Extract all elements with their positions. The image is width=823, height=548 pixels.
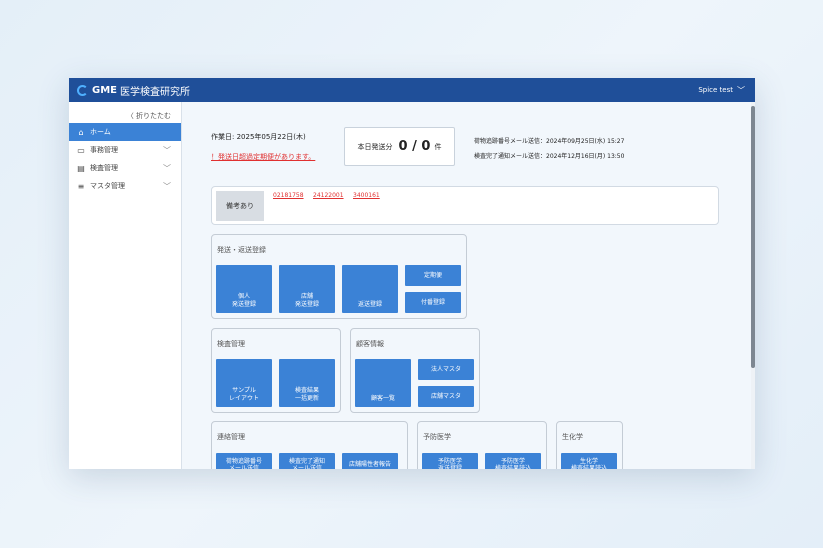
preventive-result-import-button[interactable]: 予防医学 検査結果読込 — [485, 453, 541, 469]
preventive-panel: 予防医学 予防医学 返送登録 予防医学 検査結果読込 — [417, 421, 547, 469]
chevron-down-icon: ﹀ — [163, 182, 171, 191]
store-abnormal-report-button[interactable]: 店舗陽性者報告 — [342, 453, 398, 469]
notes-link[interactable]: 3400161 — [353, 192, 380, 199]
personal-ship-button[interactable]: 個人 発送登録 — [216, 265, 272, 313]
store-ship-button[interactable]: 店舗 発送登録 — [279, 265, 335, 313]
notes-panel: 備考あり 02181758 24122001 3400161 — [211, 186, 719, 225]
sidebar-item-label: 検査管理 — [90, 164, 118, 172]
database-icon: ≡ — [77, 181, 85, 191]
bulk-update-button[interactable]: 検査結果 一括更新 — [279, 359, 335, 407]
panel-title: 発送・返送登録 — [217, 246, 266, 254]
panel-title: 生化学 — [562, 433, 583, 441]
panel-title: 予防医学 — [423, 433, 451, 441]
vertical-scrollbar[interactable] — [751, 102, 755, 469]
logo-mark-icon — [77, 84, 88, 96]
sidebar-item-master[interactable]: ≡ マスタ管理 ﹀ — [69, 177, 181, 195]
sample-layout-button[interactable]: サンプル レイアウト — [216, 359, 272, 407]
office-icon: ▭ — [77, 145, 85, 155]
notes-badge: 備考あり — [216, 191, 264, 221]
customer-panel: 顧客情報 顧客一覧 法人マスタ 店舗マスタ — [350, 328, 480, 413]
shipping-panel: 発送・返送登録 個人 発送登録 店舗 発送登録 返送登録 定期便 付番登録 — [211, 234, 467, 319]
user-name: Spice test — [698, 86, 733, 94]
biochem-panel: 生化学 生化学 検査結果読込 — [556, 421, 623, 469]
document-icon: ▤ — [77, 163, 85, 173]
logo[interactable]: GME 医学検査研究所 — [77, 83, 190, 98]
sidebar-item-office[interactable]: ▭ 事務管理 ﹀ — [69, 141, 181, 159]
complete-mail-button[interactable]: 検査完了通知 メール送信 — [279, 453, 335, 469]
top-bar: GME 医学検査研究所 Spice test ﹀ — [69, 78, 755, 102]
biochem-result-import-button[interactable]: 生化学 検査結果読込 — [561, 453, 617, 469]
notes-link[interactable]: 02181758 — [273, 192, 304, 199]
chevron-down-icon: ﹀ — [163, 164, 171, 173]
sidebar-item-home[interactable]: ⌂ ホーム — [69, 123, 181, 141]
sidebar-item-label: マスタ管理 — [90, 182, 125, 190]
panel-title: 顧客情報 — [356, 340, 384, 348]
shipment-count: 0 / 0 — [398, 139, 431, 154]
home-icon: ⌂ — [78, 127, 84, 137]
tracking-mail-button[interactable]: 荷物追跡番号 メール送信 — [216, 453, 272, 469]
overdue-warning-link[interactable]: ！発送日超過定期便があります。 — [211, 152, 315, 162]
main-content: 作業日: 2025年05月22日(木) ！発送日超過定期便があります。 本日発送… — [183, 102, 751, 469]
scrollbar-thumb[interactable] — [751, 106, 755, 368]
sidebar-item-label: 事務管理 — [90, 146, 118, 154]
app-window: GME 医学検査研究所 Spice test ﹀ 〈 折りたたむ ⌂ ホーム ▭… — [69, 78, 755, 469]
panel-title: 連絡管理 — [217, 433, 245, 441]
inspection-panel: 検査管理 サンプル レイアウト 検査結果 一括更新 — [211, 328, 341, 413]
user-menu[interactable]: Spice test ﹀ — [698, 78, 745, 102]
corporate-master-button[interactable]: 法人マスタ — [418, 359, 474, 380]
numbering-register-button[interactable]: 付番登録 — [405, 292, 461, 313]
chevron-down-icon: ﹀ — [737, 85, 745, 95]
notes-link[interactable]: 24122001 — [313, 192, 344, 199]
sidebar: 〈 折りたたむ ⌂ ホーム ▭ 事務管理 ﹀ ▤ 検査管理 ﹀ ≡ マスタ管理 … — [69, 102, 182, 469]
shipment-label: 本日発送分 — [357, 142, 393, 151]
app-title: 医学検査研究所 — [120, 86, 190, 98]
preventive-return-button[interactable]: 予防医学 返送登録 — [422, 453, 478, 469]
tracking-mail-info: 荷物追跡番号メール送信：2024年09月25日(水) 15:27 — [474, 138, 625, 145]
logo-gme: GME — [92, 84, 117, 96]
sidebar-item-label: ホーム — [90, 128, 111, 136]
contact-panel: 連絡管理 荷物追跡番号 メール送信 検査完了通知 メール送信 店舗陽性者報告 — [211, 421, 408, 469]
customer-list-button[interactable]: 顧客一覧 — [355, 359, 411, 407]
store-master-button[interactable]: 店舗マスタ — [418, 386, 474, 407]
regular-delivery-button[interactable]: 定期便 — [405, 265, 461, 286]
work-date: 作業日: 2025年05月22日(木) — [211, 133, 306, 141]
shipment-unit: 件 — [434, 142, 442, 151]
collapse-sidebar-button[interactable]: 〈 折りたたむ — [69, 102, 181, 123]
chevron-down-icon: ﹀ — [163, 146, 171, 155]
today-shipment-box: 本日発送分 0 / 0 件 — [344, 127, 455, 166]
sidebar-item-inspection[interactable]: ▤ 検査管理 ﹀ — [69, 159, 181, 177]
complete-mail-info: 検査完了通知メール送信：2024年12月16日(月) 13:50 — [474, 153, 625, 160]
return-register-button[interactable]: 返送登録 — [342, 265, 398, 313]
panel-title: 検査管理 — [217, 340, 245, 348]
